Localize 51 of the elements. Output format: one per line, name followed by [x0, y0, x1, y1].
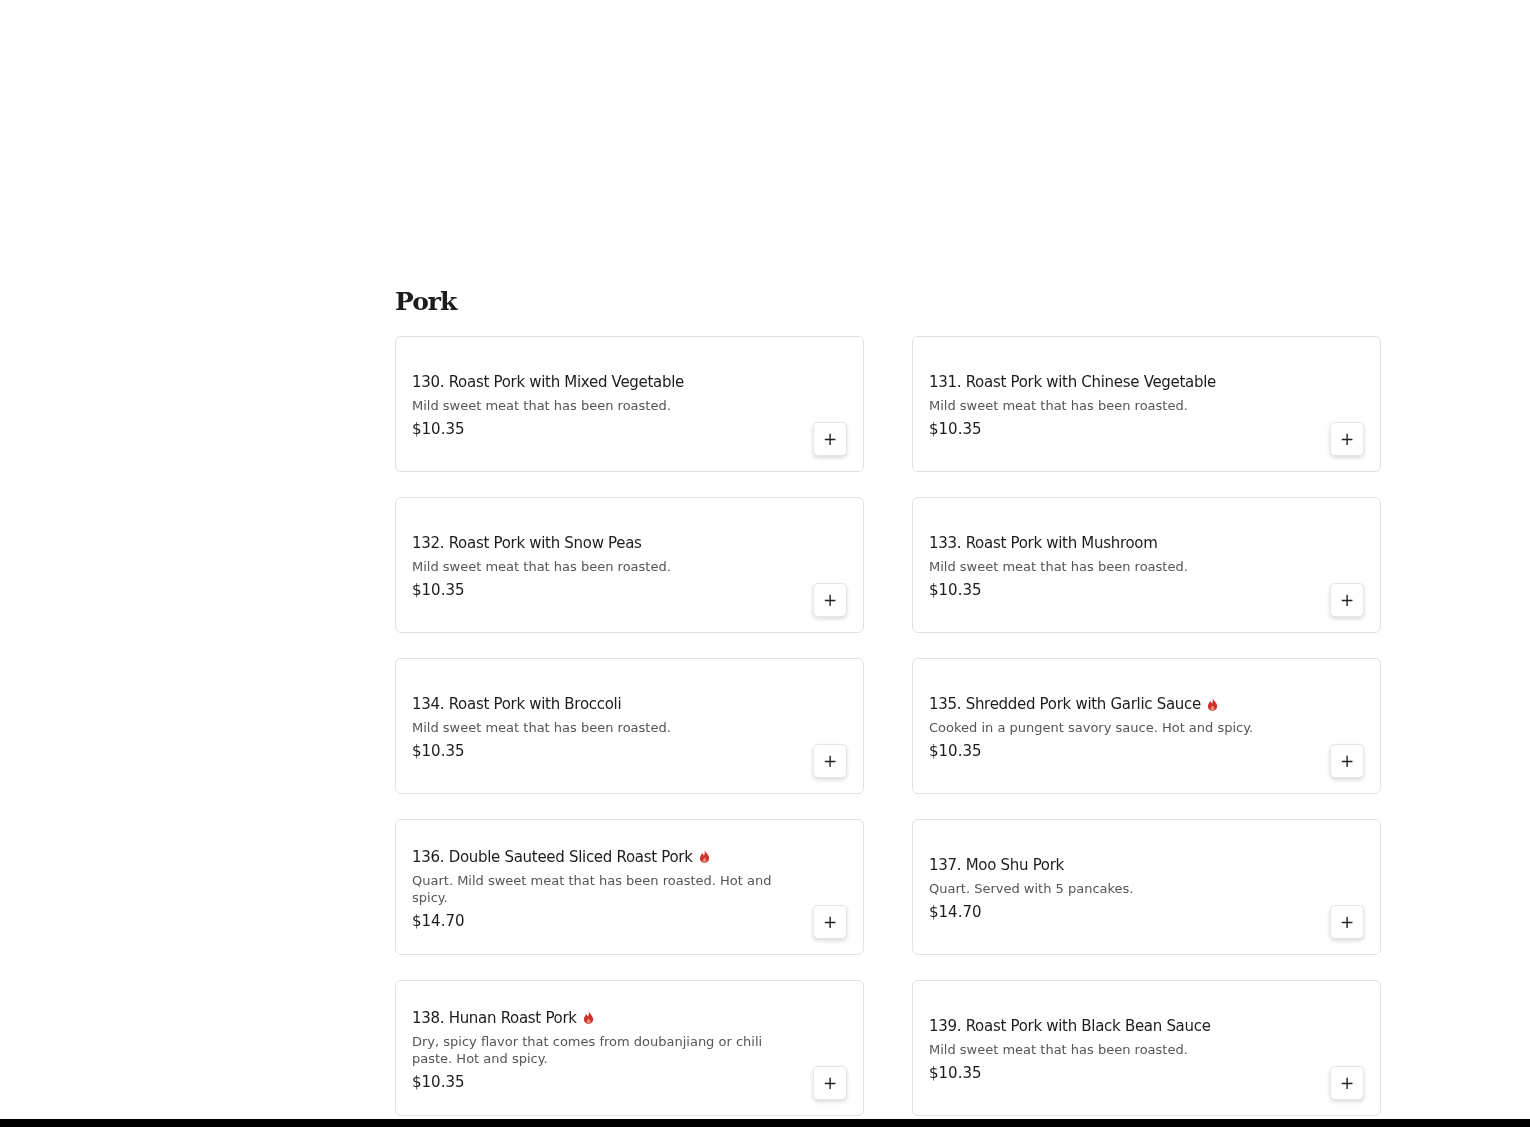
- item-price: $10.35: [412, 1071, 465, 1092]
- item-name: 131. Roast Pork with Chinese Vegetable: [929, 372, 1216, 393]
- add-button[interactable]: +: [1330, 583, 1364, 617]
- menu-item-card[interactable]: 136. Double Sauteed Sliced Roast Pork Quart. Mild sweet meat that has been roasted. Hot and spicy. $14.70 +: [395, 819, 864, 955]
- menu-item-card[interactable]: 131. Roast Pork with Chinese Vegetable Mild sweet meat that has been roasted. $10.35 +: [912, 336, 1381, 472]
- item-description: Mild sweet meat that has been roasted.: [929, 1041, 1189, 1058]
- item-price: $14.70: [412, 910, 465, 931]
- item-price: $10.35: [929, 419, 982, 439]
- add-button[interactable]: +: [813, 583, 847, 617]
- add-button[interactable]: +: [813, 905, 847, 939]
- item-price: $10.35: [412, 741, 465, 761]
- item-description: Mild sweet meat that has been roasted.: [929, 558, 1189, 575]
- item-description: Cooked in a pungent savory sauce. Hot and spicy.: [929, 719, 1255, 736]
- menu-item-card[interactable]: 130. Roast Pork with Mixed Vegetable Mild sweet meat that has been roasted. $10.35 +: [395, 336, 864, 472]
- item-price: $10.35: [929, 580, 982, 600]
- menu-item-card[interactable]: 133. Roast Pork with Mushroom Mild sweet meat that has been roasted. $10.35 +: [912, 497, 1381, 633]
- add-button[interactable]: +: [1330, 1066, 1364, 1100]
- item-name: 133. Roast Pork with Mushroom: [929, 533, 1158, 554]
- menu-item-card[interactable]: 137. Moo Shu Pork Quart. Served with 5 pancakes. $14.70 +: [912, 819, 1381, 955]
- add-button[interactable]: +: [813, 744, 847, 778]
- item-description: Mild sweet meat that has been roasted.: [929, 397, 1189, 414]
- add-button[interactable]: +: [1330, 905, 1364, 939]
- menu-item-card[interactable]: 134. Roast Pork with Broccoli Mild sweet meat that has been roasted. $10.35 +: [395, 658, 864, 794]
- item-description: Quart. Served with 5 pancakes.: [929, 880, 1135, 897]
- item-price: $10.35: [412, 580, 465, 600]
- item-price: $14.70: [929, 902, 982, 922]
- item-name: 139. Roast Pork with Black Bean Sauce: [929, 1016, 1211, 1037]
- item-description: Quart. Mild sweet meat that has been roasted. Hot and spicy.: [412, 871, 773, 906]
- add-button[interactable]: +: [1330, 744, 1364, 778]
- item-name: 136. Double Sauteed Sliced Roast Pork: [412, 846, 693, 868]
- item-name: 137. Moo Shu Pork: [929, 855, 1064, 876]
- menu-item-card[interactable]: 139. Roast Pork with Black Bean Sauce Mild sweet meat that has been roasted. $10.35 +: [912, 980, 1381, 1116]
- item-name: 130. Roast Pork with Mixed Vegetable: [412, 372, 684, 393]
- item-name: 135. Shredded Pork with Garlic Sauce: [929, 694, 1201, 715]
- item-description: Mild sweet meat that has been roasted.: [412, 558, 672, 575]
- item-price: $10.35: [412, 419, 465, 439]
- menu-item-card[interactable]: 135. Shredded Pork with Garlic Sauce Cooked in a pungent savory sauce. Hot and spicy. $10.35 +: [912, 658, 1381, 794]
- item-price: $10.35: [929, 1063, 982, 1083]
- add-button[interactable]: +: [813, 1066, 847, 1100]
- item-price: $10.35: [929, 741, 982, 761]
- item-name: 134. Roast Pork with Broccoli: [412, 694, 622, 715]
- add-button[interactable]: +: [813, 422, 847, 456]
- add-button[interactable]: +: [1330, 422, 1364, 456]
- menu-item-card[interactable]: 132. Roast Pork with Snow Peas Mild sweet meat that has been roasted. $10.35 +: [395, 497, 864, 633]
- item-name: 132. Roast Pork with Snow Peas: [412, 533, 642, 554]
- item-name: 138. Hunan Roast Pork: [412, 1007, 577, 1029]
- item-description: Mild sweet meat that has been roasted.: [412, 397, 672, 414]
- item-description: Dry, spicy flavor that comes from doubanjiang or chili paste. Hot and spicy.: [412, 1032, 764, 1067]
- item-description: Mild sweet meat that has been roasted.: [412, 719, 672, 736]
- section-title: Pork: [395, 286, 459, 318]
- menu-item-card[interactable]: 138. Hunan Roast Pork Dry, spicy flavor that comes from doubanjiang or chili paste. Hot and spicy. $10.35 +: [395, 980, 864, 1116]
